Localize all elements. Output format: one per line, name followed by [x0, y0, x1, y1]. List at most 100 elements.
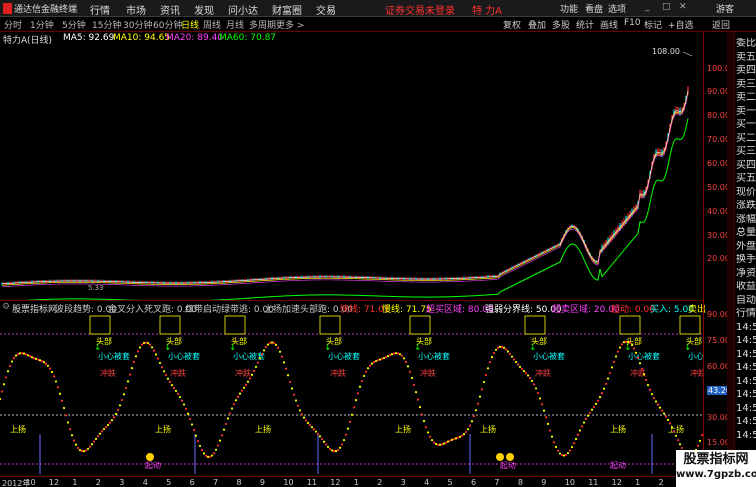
- oscillator-point: [656, 403, 660, 406]
- login-status[interactable]: 证券交易未登录: [385, 2, 455, 17]
- menu-item-assistant[interactable]: 问小达: [228, 2, 258, 17]
- watermark-url: www.7gpzb.com: [676, 469, 756, 480]
- signal-watch: 小心被套: [98, 351, 130, 361]
- oscillator-point: [244, 383, 248, 386]
- oscillator-point: [374, 359, 378, 363]
- adjust-button[interactable]: 复权: [503, 18, 521, 31]
- oscillator-point: [394, 352, 398, 355]
- oscillator-point: [138, 346, 142, 349]
- indicator-chart[interactable]: 头部小心被套冲跌↓头部小心被套冲跌↓头部小心被套冲跌↓头部小心被套冲跌↓头部小心…: [0, 314, 703, 476]
- oscillator-point: [282, 361, 286, 364]
- period-tab-daily[interactable]: 日线: [181, 18, 199, 31]
- oscillator-point: [486, 367, 490, 370]
- oscillator-point: [50, 370, 54, 374]
- quote-panel-item: 14:5: [736, 321, 756, 333]
- period-tab-30min[interactable]: 30分钟: [123, 18, 152, 31]
- period-tab-1min[interactable]: 1分钟: [30, 18, 54, 31]
- oscillator-point: [58, 392, 62, 395]
- menu-item-wealth[interactable]: 财富圈: [272, 2, 302, 17]
- period-tab-monthly[interactable]: 月线: [226, 18, 244, 31]
- oscillator-point: [182, 403, 186, 406]
- back-button[interactable]: 返回: [712, 18, 730, 31]
- oscillator-point: [38, 359, 42, 362]
- oscillator-point: [32, 357, 36, 360]
- period-tab-multi[interactable]: 多周期: [249, 18, 276, 31]
- oscillator-point: [284, 367, 288, 370]
- period-tab-timeshare[interactable]: 分时: [4, 18, 22, 31]
- oscillator-point: [442, 442, 446, 445]
- multi-stock-button[interactable]: 多股: [552, 18, 570, 31]
- stats-button[interactable]: 统计: [576, 18, 594, 31]
- oscillator-point: [652, 396, 656, 400]
- function-button[interactable]: 功能: [560, 2, 578, 15]
- oscillator-point: [316, 432, 320, 435]
- quote-panel-item: 卖二: [736, 92, 756, 103]
- oscillator-point: [456, 436, 460, 439]
- menu-item-trade[interactable]: 交易: [316, 2, 336, 17]
- oscillator-point: [594, 402, 598, 405]
- overlay-button[interactable]: 叠加: [528, 18, 546, 31]
- x-tick: 6: [470, 478, 477, 487]
- oscillator-point: [438, 443, 442, 446]
- oscillator-point: [558, 452, 562, 455]
- signal-watch: 小心被套: [418, 351, 450, 361]
- oscillator-point: [336, 448, 340, 452]
- draw-line-button[interactable]: 画线: [600, 18, 618, 31]
- oscillator-point: [472, 415, 476, 418]
- oscillator-point: [74, 443, 78, 446]
- oscillator-point: [368, 364, 372, 367]
- options-button[interactable]: 选项: [608, 2, 626, 15]
- mark-button[interactable]: 标记: [644, 18, 662, 31]
- period-tab-more[interactable]: 更多 >: [276, 18, 304, 31]
- oscillator-point: [518, 365, 522, 368]
- x-tick: 8: [517, 478, 523, 487]
- oscillator-point: [464, 430, 468, 434]
- ma-line: [1, 91, 689, 286]
- ma60-line: [23, 118, 689, 300]
- oscillator-point: [626, 340, 630, 344]
- quote-panel-item: 净资: [736, 267, 756, 279]
- oscillator-point: [80, 450, 84, 453]
- oscillator-point: [252, 369, 256, 373]
- close-icon[interactable]: ✕: [679, 2, 689, 12]
- oscillator-point: [264, 345, 268, 349]
- menu-item-news[interactable]: 资讯: [160, 2, 180, 17]
- oscillator-point: [352, 406, 356, 409]
- indicator-header: ⚙ 股票指标网 波段趋势: 0.00 金叉分入死叉跑: 0.00 红带启动绿带逃…: [0, 301, 706, 315]
- period-tab-15min[interactable]: 15分钟: [92, 18, 121, 31]
- quote-panel-item: 卖三: [736, 78, 756, 90]
- oscillator-point: [562, 454, 566, 457]
- menu-item-discover[interactable]: 发现: [194, 2, 214, 17]
- oscillator-point: [516, 363, 520, 366]
- indicator-settings-icon[interactable]: ⚙: [2, 302, 10, 312]
- period-tab-60min[interactable]: 60分钟: [153, 18, 182, 31]
- x-tick: 12: [330, 478, 341, 487]
- oscillator-point: [294, 399, 298, 402]
- oscillator-point: [70, 434, 74, 437]
- oscillator-point: [412, 383, 416, 386]
- period-tab-weekly[interactable]: 周线: [203, 18, 221, 31]
- oscillator-point: [60, 399, 64, 402]
- period-tab-5min[interactable]: 5分钟: [62, 18, 86, 31]
- oscillator-point: [240, 389, 244, 392]
- oscillator-point: [112, 416, 116, 419]
- price-chart[interactable]: 108.00 5.33: [0, 46, 703, 300]
- minimize-icon[interactable]: _: [645, 2, 655, 12]
- quote-panel-item: 行情: [736, 308, 756, 319]
- f10-button[interactable]: F10: [624, 18, 641, 28]
- add-favorite-button[interactable]: +自选: [668, 18, 694, 31]
- oscillator-point: [424, 426, 428, 429]
- quote-panel-item: 卖四: [736, 65, 756, 76]
- guest-label[interactable]: 游客: [716, 2, 734, 15]
- view-button[interactable]: 看盘: [585, 2, 603, 15]
- panel-toggle[interactable]: [727, 32, 734, 476]
- menu-item-market[interactable]: 市场: [126, 2, 146, 17]
- oscillator-point: [672, 430, 676, 433]
- oscillator-point: [310, 426, 314, 429]
- maximize-icon[interactable]: □: [662, 2, 672, 12]
- oscillator-point: [664, 415, 668, 418]
- x-tick: 9: [541, 478, 547, 487]
- x-tick: 12: [48, 478, 60, 487]
- oscillator-point: [302, 416, 306, 419]
- menu-item-quotes[interactable]: 行情: [90, 2, 110, 17]
